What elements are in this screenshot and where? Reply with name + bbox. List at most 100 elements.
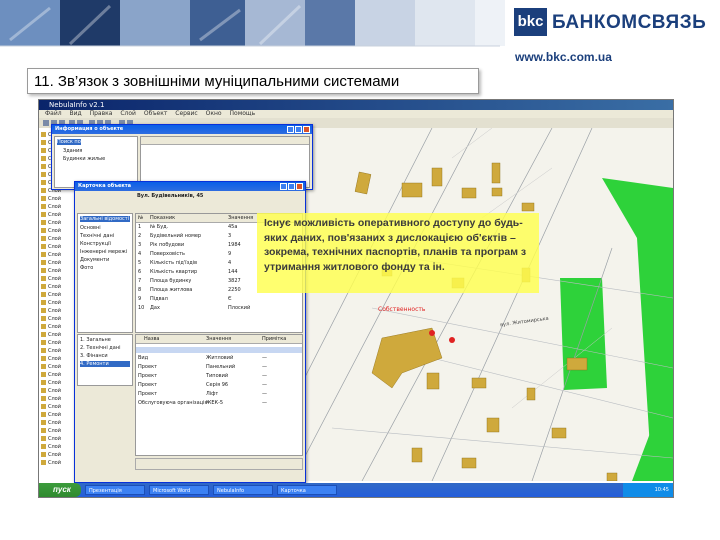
layer-item[interactable]: Слой (41, 452, 61, 460)
card-nav-item[interactable]: Документи (80, 257, 109, 263)
layer-item[interactable]: Слой (41, 316, 61, 324)
table-cell: Типовий (206, 373, 229, 379)
menu-item[interactable]: Окно (206, 110, 222, 117)
table-cell: 3 (228, 233, 232, 239)
layer-item[interactable]: Слой (41, 324, 61, 332)
minimize-icon[interactable] (280, 183, 287, 190)
layer-icon (41, 388, 46, 393)
lower-tab[interactable]: 1. Загальне (80, 337, 111, 343)
layer-icon (41, 204, 46, 209)
layer-item[interactable]: Слой (41, 252, 61, 260)
layer-item[interactable]: Слой (41, 236, 61, 244)
card-nav-item[interactable]: Фото (80, 265, 93, 271)
card-nav-item[interactable]: Технічні дані (80, 233, 114, 239)
table-cell: Плоский (228, 305, 251, 311)
layer-item[interactable]: Слой (41, 220, 61, 228)
layer-item[interactable]: Слой (41, 348, 61, 356)
card-nav-item[interactable]: Інженерні мережі (80, 249, 127, 255)
menu-item[interactable]: Объект (144, 110, 167, 117)
table-cell: — (262, 400, 267, 406)
layer-item[interactable]: Слой (41, 300, 61, 308)
layer-item[interactable]: Слой (41, 268, 61, 276)
layer-item[interactable]: Слой (41, 436, 61, 444)
table-cell: — (262, 364, 267, 370)
table-cell: 45а (228, 224, 238, 230)
layer-item[interactable]: Слой (41, 212, 61, 220)
layer-item[interactable]: Слой (41, 356, 61, 364)
card-nav-item[interactable]: Основні (80, 225, 101, 231)
layer-item[interactable]: Слой (41, 460, 61, 468)
layer-item[interactable]: Слой (41, 284, 61, 292)
maximize-icon[interactable] (288, 183, 295, 190)
layer-item[interactable]: Слой (41, 228, 61, 236)
layer-icon (41, 148, 46, 153)
layer-icon (41, 372, 46, 377)
card-statusbar (135, 458, 303, 470)
layer-item[interactable]: Слой (41, 396, 61, 404)
selected-row[interactable] (136, 347, 302, 353)
layer-icon (41, 244, 46, 249)
maximize-icon[interactable] (295, 126, 302, 133)
minimize-icon[interactable] (287, 126, 294, 133)
layer-icon (41, 180, 46, 185)
layer-icon (41, 284, 46, 289)
menu-item[interactable]: Сервис (175, 110, 197, 117)
layer-item[interactable]: Слой (41, 372, 61, 380)
layer-label: Слой (48, 228, 61, 234)
table-cell: 1 (138, 224, 142, 230)
table-cell: 8 (138, 287, 142, 293)
taskbar-item[interactable]: Microsoft Word (149, 485, 209, 495)
card-sidebar: Загальні відомості Основні Технічні дані… (77, 213, 133, 333)
table-cell: № Буд. (150, 224, 169, 230)
menu-item[interactable]: Вид (70, 110, 82, 117)
layer-item[interactable]: Слой (41, 292, 61, 300)
table-cell: — (262, 382, 267, 388)
card-nav-item[interactable]: Загальні відомості (80, 216, 130, 222)
layer-item[interactable]: Слой (41, 340, 61, 348)
layer-item[interactable]: Слой (41, 308, 61, 316)
menu-item[interactable]: Правка (90, 110, 113, 117)
layer-item[interactable]: Слой (41, 276, 61, 284)
lower-tab[interactable]: 4. Ремонти (80, 361, 130, 367)
menu-item[interactable]: Слой (120, 110, 136, 117)
layer-icon (41, 348, 46, 353)
start-button[interactable]: пуск (39, 483, 81, 497)
lower-tab[interactable]: 2. Технічні дані (80, 345, 121, 351)
menu-item[interactable]: Файл (45, 110, 62, 117)
lower-tab[interactable]: 3. Фінанси (80, 353, 108, 359)
close-icon[interactable] (303, 126, 310, 133)
layer-item[interactable]: Слой (41, 244, 61, 252)
layer-label: Слой (48, 396, 61, 402)
layer-item[interactable]: Слой (41, 204, 61, 212)
layer-item[interactable]: Слой (41, 196, 61, 204)
layer-item[interactable]: Слой (41, 420, 61, 428)
tree-node[interactable]: Поиск по (57, 139, 81, 145)
layer-label: Слой (48, 244, 61, 250)
table-cell: 2 (138, 233, 142, 239)
card-nav-item[interactable]: Конструкції (80, 241, 111, 247)
layer-item[interactable]: Слой (41, 388, 61, 396)
layer-item[interactable]: Слой (41, 380, 61, 388)
layer-icon (41, 436, 46, 441)
layer-item[interactable]: Слой (41, 332, 61, 340)
layer-label: Слой (48, 356, 61, 362)
layer-label: Слой (48, 260, 61, 266)
layer-item[interactable]: Слой (41, 444, 61, 452)
layer-item[interactable]: Слой (41, 364, 61, 372)
layer-item[interactable]: Слой (41, 404, 61, 412)
layer-item[interactable]: Слой (41, 428, 61, 436)
app-screenshot: NebulaInfo v2.1 Файл Вид Правка Слой Объ… (38, 99, 674, 498)
layer-item[interactable]: Слой (41, 260, 61, 268)
tree-node[interactable]: Здания (63, 148, 82, 154)
taskbar-item[interactable]: NebulaInfo (213, 485, 273, 495)
taskbar-item[interactable]: Карточка (277, 485, 337, 495)
taskbar-item[interactable]: Презентація (85, 485, 145, 495)
close-icon[interactable] (296, 183, 303, 190)
tree-node[interactable]: Будинки жилые (63, 156, 105, 162)
menu-item[interactable]: Помощь (230, 110, 256, 117)
table-cell: — (262, 373, 267, 379)
layer-item[interactable]: Слой (41, 412, 61, 420)
tool-icon[interactable] (43, 120, 49, 126)
table-cell: 5 (138, 260, 142, 266)
callout-text: Існує можливість оперативного доступу до… (264, 217, 527, 273)
